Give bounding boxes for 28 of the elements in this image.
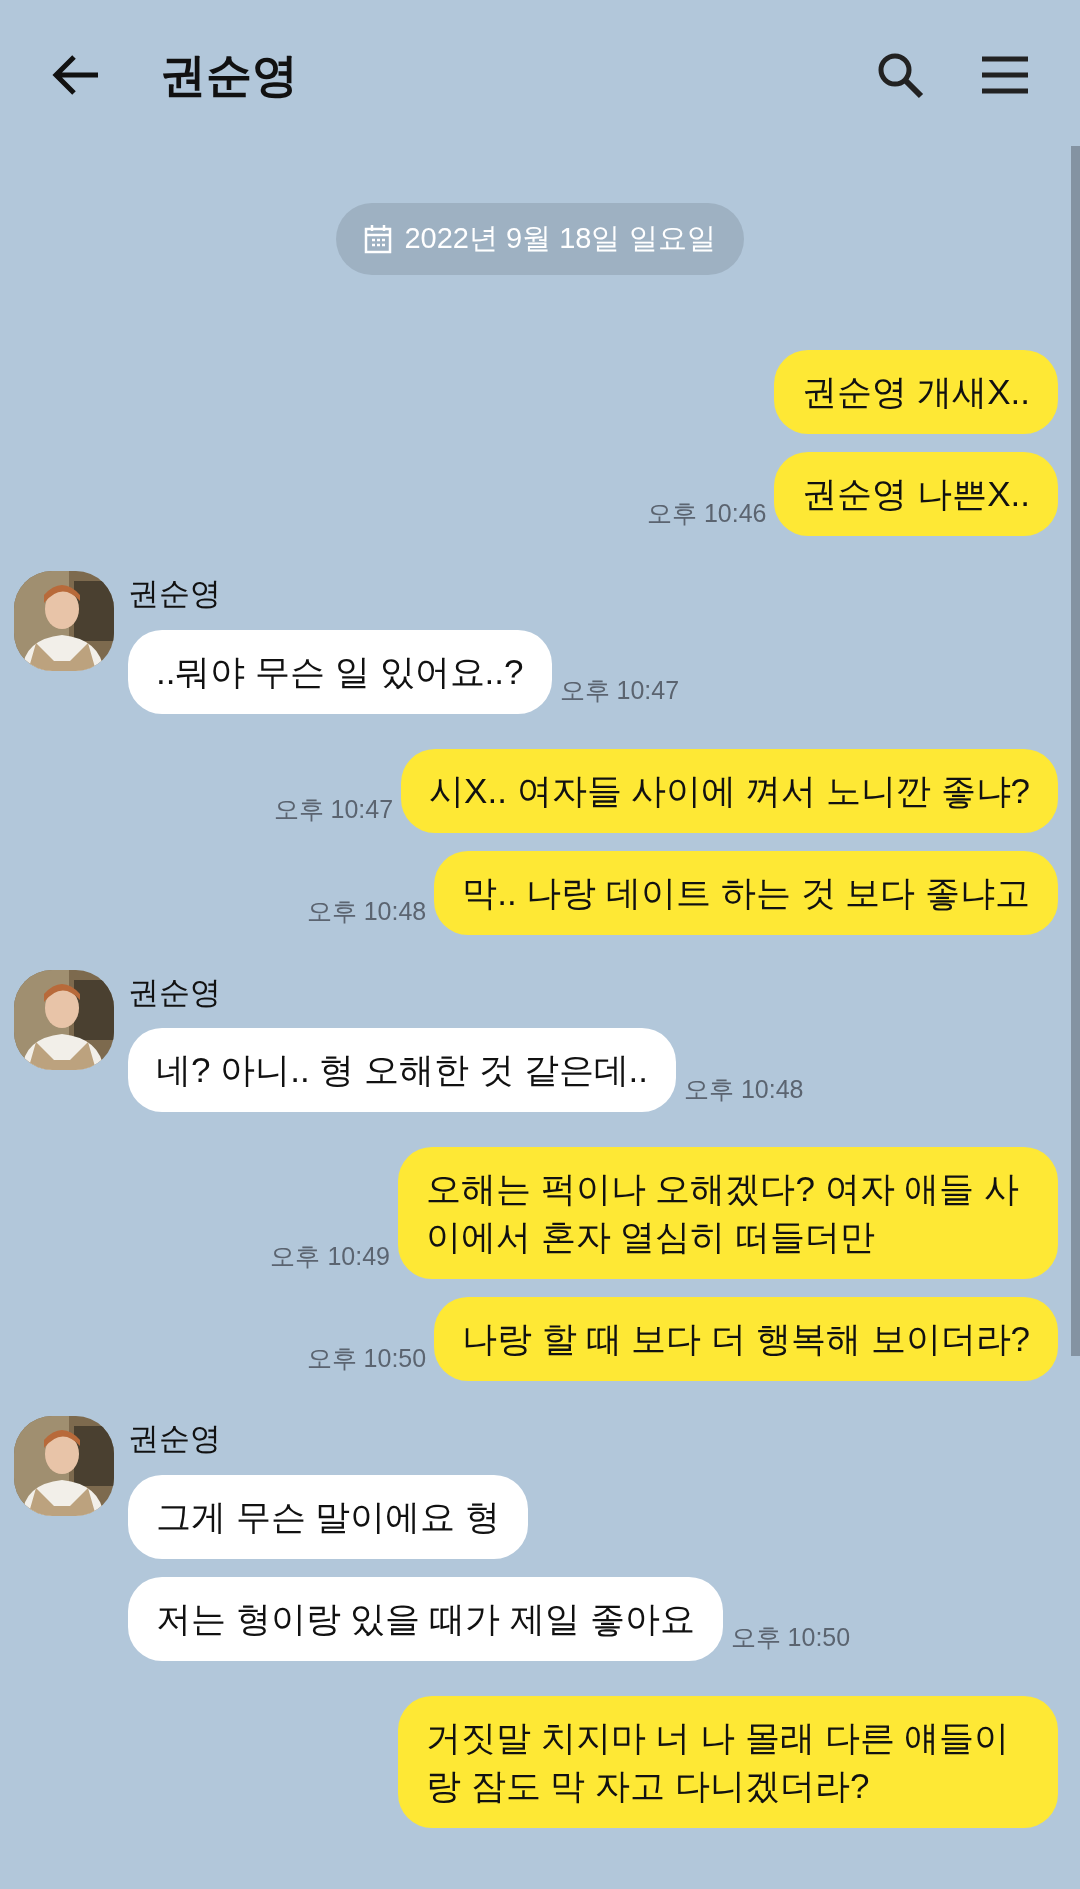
back-arrow-icon[interactable] [52, 54, 100, 96]
message-bubble: 시X.. 여자들 사이에 껴서 노니깐 좋냐? [401, 748, 1058, 833]
scrollbar[interactable] [1071, 146, 1080, 1356]
message-time: 오후 10:50 [730, 1622, 851, 1653]
message-bubble: ..뭐야 무슨 일 있어요..? [128, 629, 552, 714]
message-time: 오후 10:48 [306, 896, 427, 927]
message-bubble: 권순영 개새X.. [774, 350, 1058, 434]
message-time: 오후 10:47 [273, 794, 394, 825]
sender-name: 권순영 [128, 1420, 222, 1458]
search-icon[interactable] [876, 51, 924, 99]
message-time: 오후 10:49 [270, 1240, 390, 1272]
message-time: 오후 10:48 [684, 1073, 804, 1105]
menu-icon[interactable] [982, 55, 1028, 95]
calendar-icon [364, 224, 393, 254]
sender-name: 권순영 [128, 973, 222, 1012]
message-time: 오후 10:50 [306, 1342, 427, 1374]
message-bubble: 권순영 나쁜X.. [774, 452, 1058, 536]
message-time: 오후 10:46 [646, 497, 767, 529]
message-bubble: 막.. 나랑 데이트 하는 것 보다 좋냐고 [434, 850, 1058, 935]
message-bubble: 저는 형이랑 있을 때가 제일 좋아요 [128, 1576, 723, 1661]
message-time: 오후 10:47 [559, 675, 680, 706]
message-bubble: 거짓말 치지마 너 나 몰래 다른 얘들이랑 잠도 막 자고 다니겠더라? [398, 1695, 1058, 1828]
chat-title: 권순영 [160, 47, 298, 103]
message-bubble: 오해는 퍽이나 오해겠다? 여자 애들 사이에서 혼자 열심히 떠들더만 [398, 1147, 1058, 1279]
message-bubble: 그게 무슨 말이에요 형 [128, 1474, 529, 1559]
message-bubble: 네? 아니.. 형 오해한 것 같은데.. [128, 1028, 676, 1112]
message-bubble: 나랑 할 때 보다 더 행복해 보이더라? [434, 1297, 1058, 1381]
sender-name: 권순영 [128, 575, 222, 613]
